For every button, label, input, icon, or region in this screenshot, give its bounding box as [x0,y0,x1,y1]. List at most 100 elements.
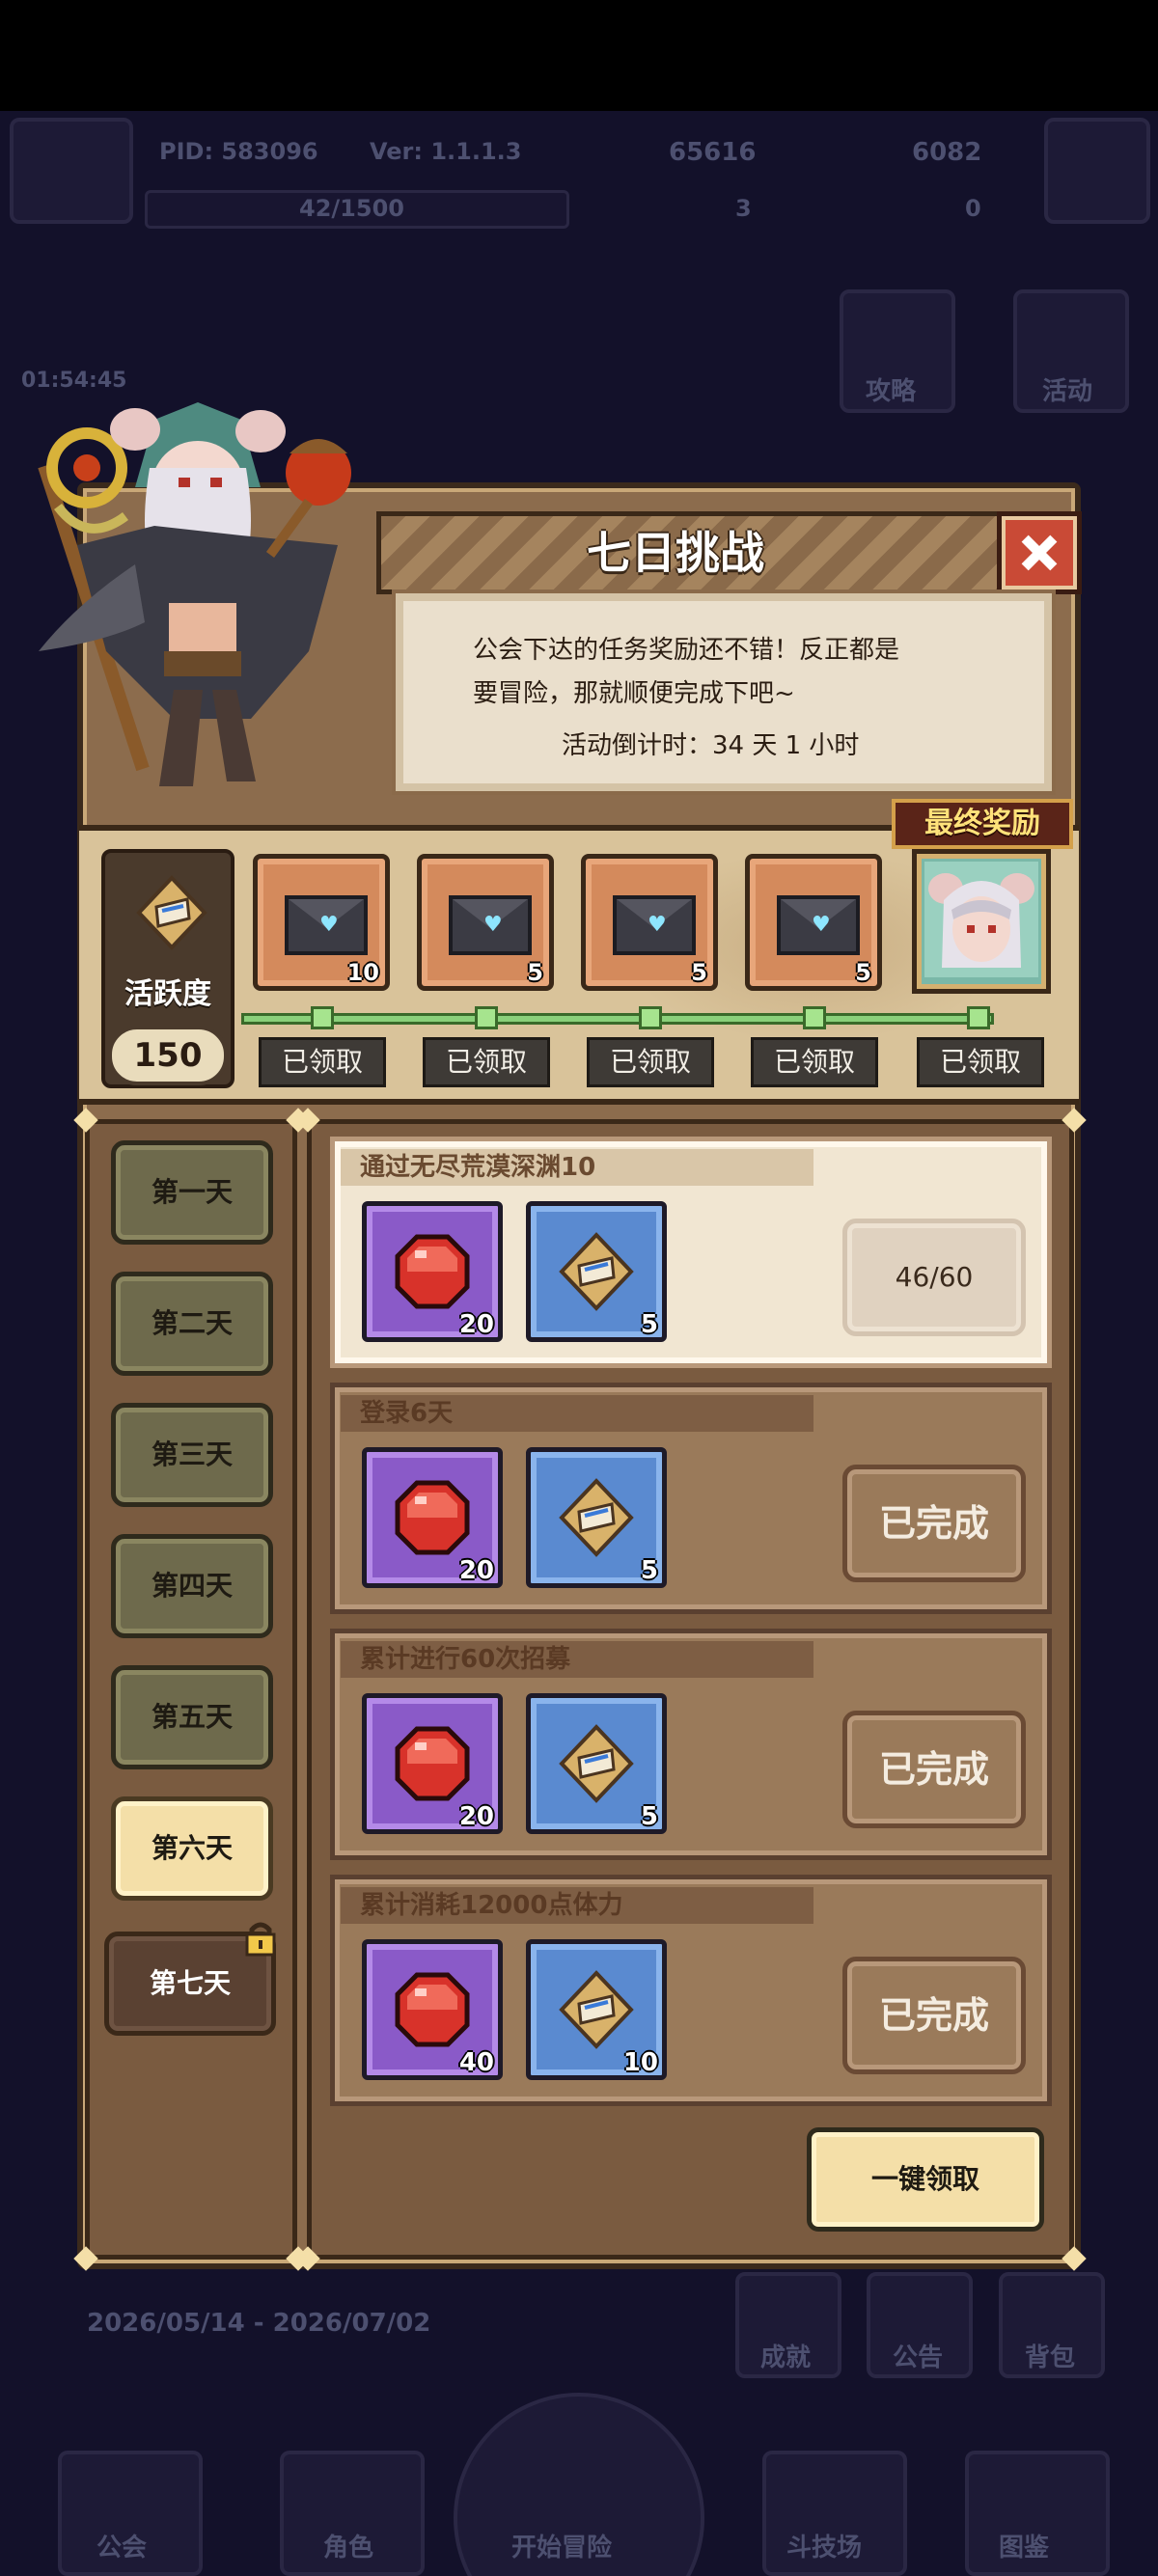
red-gem-icon [395,1726,470,1801]
resource-b-count: 0 [965,195,981,222]
gem-reward-slot[interactable]: 20 [362,1201,503,1342]
claimed-label-2: 已领取 [445,1046,527,1078]
scroll-count: 5 [640,1310,658,1339]
activity-reward-3[interactable]: ♥ 5 [581,854,718,991]
activity-reward-4[interactable]: ♥ 5 [745,854,882,991]
progress-node [803,1006,826,1029]
task-card-3: 累计进行60次招募 20 5 已完成 [330,1629,1052,1860]
envelope-icon: ♥ [285,895,368,955]
nav-character-label: 角色 [323,2534,374,2562]
settings-button[interactable] [1044,118,1150,224]
tab-day-4[interactable]: 第四天 [111,1534,273,1638]
tab-day-6[interactable]: 第六天 [111,1796,273,1901]
claimed-label-4: 已领取 [773,1046,855,1078]
tab-day-3[interactable]: 第三天 [111,1403,273,1507]
nav-arena-label: 斗技场 [786,2534,863,2562]
scroll-icon [559,1724,634,1803]
reward-count: 5 [691,959,707,986]
reward-count: 5 [855,959,871,986]
scroll-icon [559,1478,634,1557]
progress-node [475,1006,498,1029]
claimed-label-1: 已领取 [281,1046,363,1078]
envelope-icon: ♥ [613,895,696,955]
reward-count: 10 [346,959,379,986]
activity-value: 150 [133,1036,203,1075]
gem-count: 6082 [912,138,982,167]
claimed-label-final: 已领取 [939,1046,1021,1078]
achievements-label: 成就 [760,2343,812,2372]
tab-label: 第四天 [151,1570,233,1602]
scroll-reward-slot[interactable]: 5 [526,1693,667,1834]
task-completed-button[interactable]: 已完成 [842,1711,1026,1828]
claimed-label-3: 已领取 [609,1046,691,1078]
claim-all-label: 一键领取 [870,2163,979,2195]
nav-start-adventure-label: 开始冒险 [511,2534,613,2562]
nav-guild-label: 公会 [96,2534,148,2562]
gem-count: 20 [458,1310,494,1339]
scroll-reward-slot[interactable]: 5 [526,1201,667,1342]
activity-progress-bar [241,1013,994,1025]
gem-count: 40 [458,2048,494,2077]
event-date-range: 2026/05/14 - 2026/07/02 [87,2309,431,2338]
activity-label: 活跃度 [124,977,211,1011]
task-progress-box: 46/60 [842,1219,1026,1336]
scroll-icon [559,1232,634,1311]
task-completed-button[interactable]: 已完成 [842,1465,1026,1582]
event-button-label: 活动 [1042,377,1093,406]
task-status-label: 已完成 [878,1994,989,2037]
task-progress: 46/60 [895,1261,974,1293]
description-line-2: 要冒险，那就顺便完成下吧~ [473,679,795,708]
tab-label: 第一天 [151,1176,233,1208]
scroll-count: 5 [640,1556,658,1585]
red-gem-icon [395,1480,470,1555]
task-status-label: 已完成 [878,1502,989,1545]
status-bar [0,0,1158,111]
gem-reward-slot[interactable]: 20 [362,1447,503,1588]
gem-count: 20 [458,1802,494,1831]
tab-label: 第三天 [151,1439,233,1470]
task-completed-button[interactable]: 已完成 [842,1957,1026,2074]
task-card-1: 通过无尽荒漠深渊10 20 5 46/60 [330,1137,1052,1368]
modal-title: 七日挑战 [587,527,764,579]
tab-day-2[interactable]: 第二天 [111,1272,273,1376]
notice-label: 公告 [893,2343,944,2372]
task-title: 累计消耗12000点体力 [360,1891,623,1920]
gem-reward-slot[interactable]: 40 [362,1939,503,2080]
guide-button-label: 攻略 [866,377,917,406]
tab-label: 第二天 [151,1307,233,1339]
task-title: 累计进行60次招募 [360,1645,571,1674]
player-id: PID: 583096 [159,138,318,165]
tab-label: 第六天 [151,1832,233,1864]
activity-reward-1[interactable]: ♥ 10 [253,854,390,991]
reward-count: 5 [527,959,543,986]
lock-icon [245,1922,276,1957]
scroll-count: 10 [622,2048,658,2077]
task-card-4: 累计消耗12000点体力 40 10 已完成 [330,1875,1052,2106]
gem-reward-slot[interactable]: 20 [362,1693,503,1834]
envelope-icon: ♥ [449,895,532,955]
event-timer: 01:54:45 [21,369,127,393]
scroll-reward-slot[interactable]: 10 [526,1939,667,2080]
tab-day-1[interactable]: 第一天 [111,1140,273,1245]
task-title: 通过无尽荒漠深渊10 [360,1153,596,1182]
character-portrait-icon [924,862,1038,977]
red-gem-icon [395,1972,470,2047]
close-button[interactable] [997,511,1082,594]
final-reward-slot[interactable] [912,849,1051,994]
progress-node [639,1006,662,1029]
event-countdown: 活动倒计时：34 天 1 小时 [562,731,860,760]
activity-reward-2[interactable]: ♥ 5 [417,854,554,991]
claim-all-button[interactable]: 一键领取 [807,2127,1044,2232]
gem-count: 20 [458,1556,494,1585]
description-line-1: 公会下达的任务奖励还不错！反正都是 [473,636,900,665]
scroll-reward-slot[interactable]: 5 [526,1447,667,1588]
tab-label: 第五天 [151,1701,233,1733]
final-reward-label: 最终奖励 [924,807,1040,840]
tab-day-5[interactable]: 第五天 [111,1665,273,1769]
red-gem-icon [395,1234,470,1309]
scroll-count: 5 [640,1802,658,1831]
resource-a-count: 3 [735,195,752,222]
player-avatar[interactable] [10,118,133,224]
task-status-label: 已完成 [878,1748,989,1791]
nav-codex-label: 图鉴 [999,2534,1050,2562]
